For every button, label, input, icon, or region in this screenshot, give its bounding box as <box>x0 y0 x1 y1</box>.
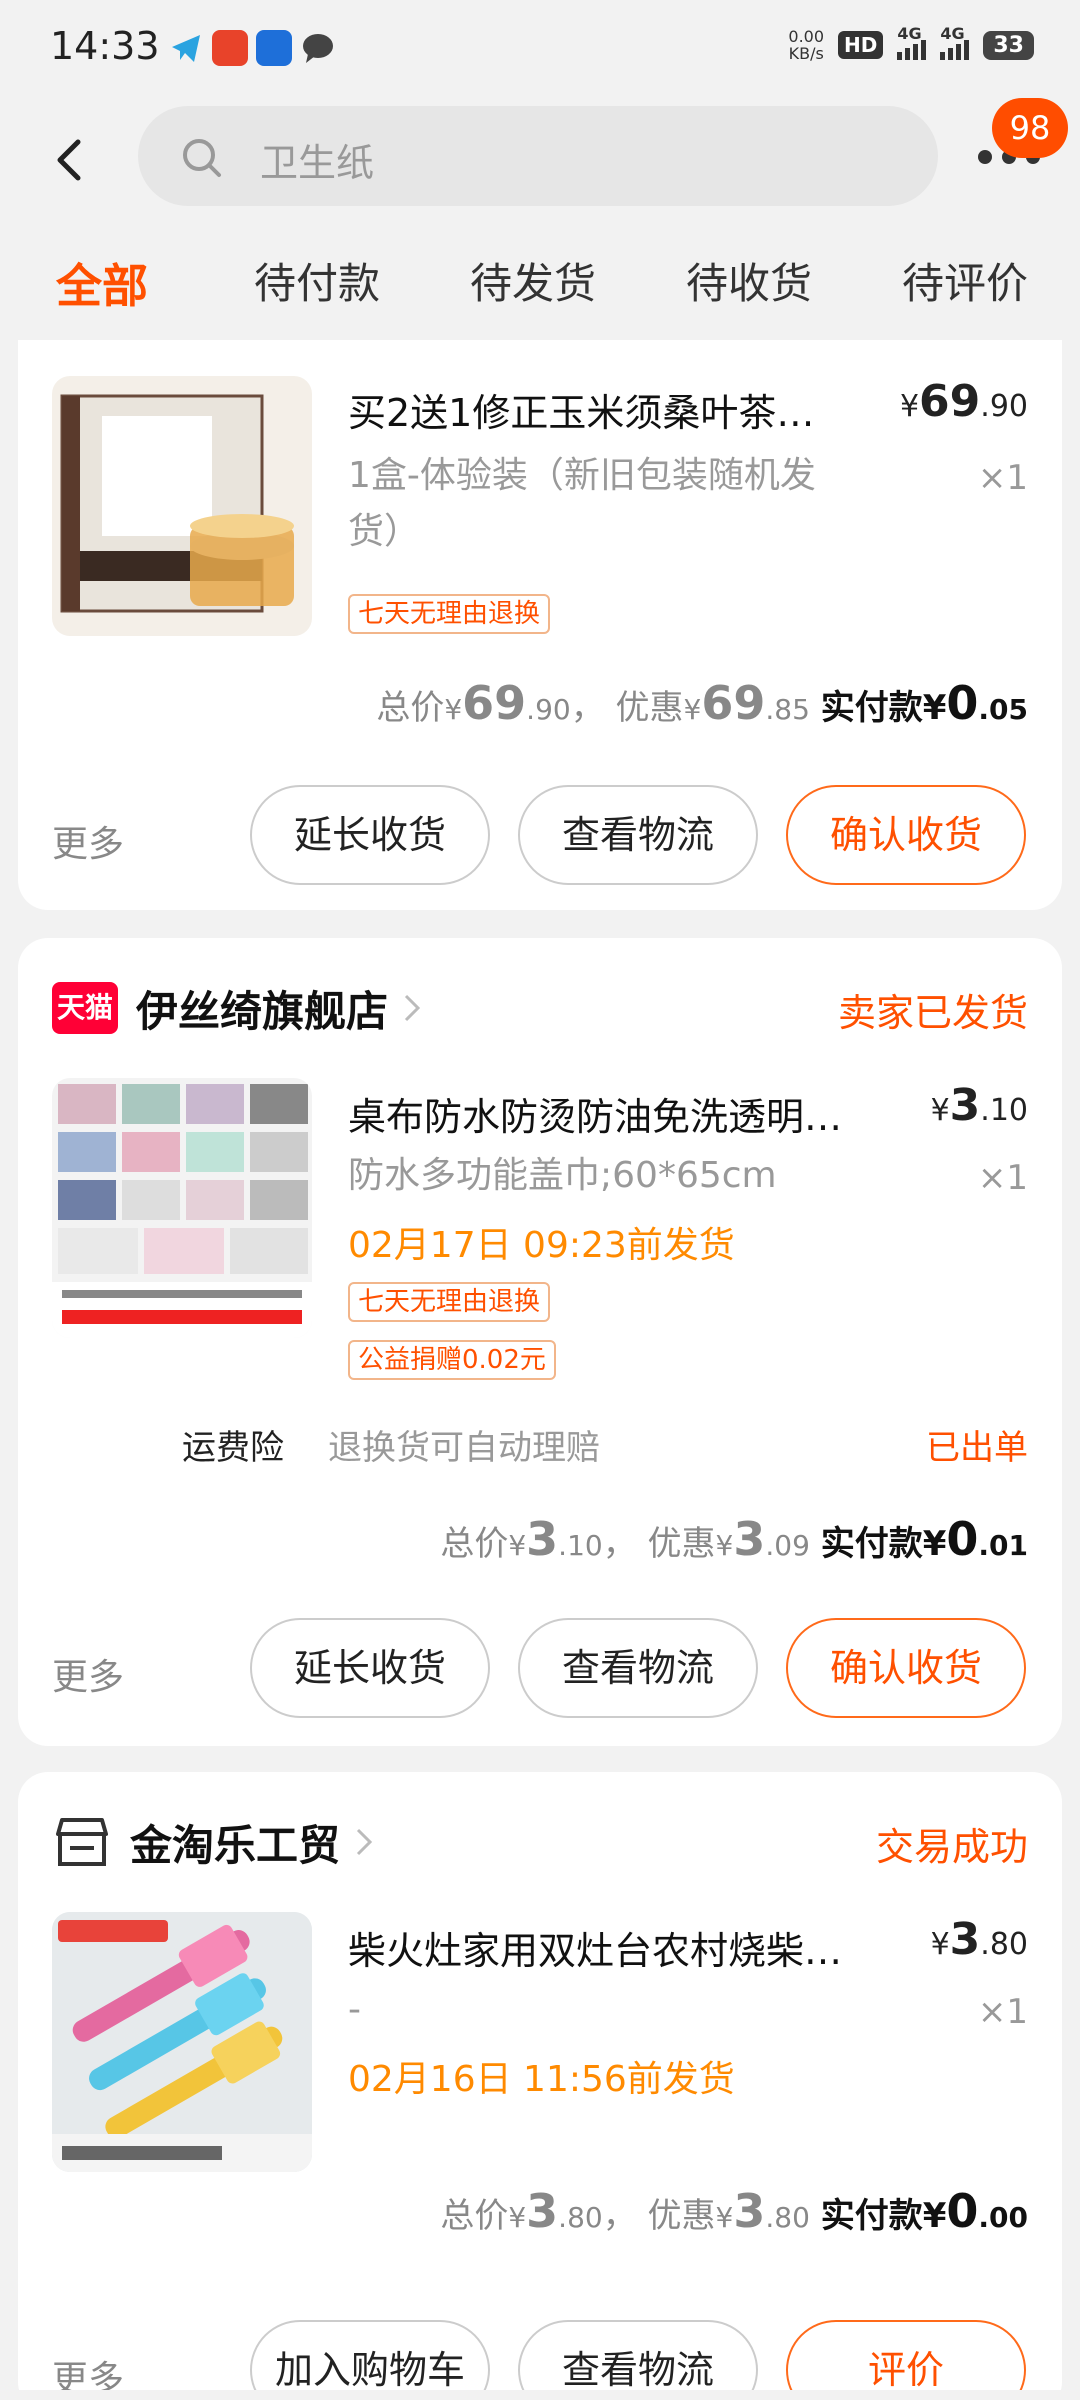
view-logistics-button[interactable]: 查看物流 <box>518 2320 758 2400</box>
return-policy-tag: 七天无理由退换 <box>348 1282 551 1322</box>
product-image[interactable] <box>52 376 312 636</box>
hd-indicator: HD <box>838 31 884 59</box>
signal-label-2: 4G <box>940 24 965 43</box>
order-tabs: 全部 待付款 待发货 待收货 待评价 <box>0 250 1080 330</box>
net-speed: 0.00 KB/s <box>788 28 824 62</box>
ship-deadline: 02月17日 09:23前发货 <box>348 1225 735 1266</box>
order-actions: 更多 延长收货 查看物流 确认收货 <box>18 1618 1062 1718</box>
net-speed-value: 0.00 <box>788 27 825 46</box>
order-totals: 总价¥3.10， 优惠¥3.09 实付款¥0.01 <box>440 1512 1028 1566</box>
insurance-description: 退换货可自动理赔 <box>328 1428 600 1468</box>
status-bar: 14:33 0.00 KB/s HD 4G 4G 33 <box>0 0 1080 100</box>
chevron-right-icon <box>356 1828 373 1856</box>
charity-tag: 公益捐赠0.02元 <box>348 1340 556 1380</box>
confirm-receipt-button[interactable]: 确认收货 <box>786 1618 1026 1718</box>
order-card: 天猫 伊丝绮旗舰店 卖家已发货 桌布防水防烫防油免洗透明… ¥3.10 防水多功… <box>18 938 1062 1746</box>
product-title[interactable]: 柴火灶家用双灶台农村烧柴… <box>348 1920 848 1975</box>
add-to-cart-button[interactable]: 加入购物车 <box>250 2320 490 2400</box>
order-actions: 更多 延长收货 查看物流 确认收货 <box>18 785 1062 885</box>
more-link[interactable]: 更多 <box>52 1648 124 1700</box>
search-input[interactable]: 卫生纸 <box>260 132 374 187</box>
product-image[interactable] <box>52 1078 312 1338</box>
tab-pending-payment[interactable]: 待付款 <box>254 250 380 311</box>
extend-receipt-button[interactable]: 延长收货 <box>250 785 490 885</box>
more-link[interactable]: 更多 <box>52 815 124 867</box>
signal-icon-2: 4G <box>940 24 970 60</box>
product-image[interactable] <box>52 1912 312 2172</box>
insurance-status: 已出单 <box>926 1428 1028 1468</box>
telegram-icon <box>168 30 204 66</box>
tab-all[interactable]: 全部 <box>56 250 148 316</box>
return-policy-tag: 七天无理由退换 <box>348 594 551 634</box>
header: 卫生纸 98 <box>0 98 1080 220</box>
order-totals: 总价¥69.90， 优惠¥69.85 实付款¥0.05 <box>376 676 1028 730</box>
extend-receipt-button[interactable]: 延长收货 <box>250 1618 490 1718</box>
store-name[interactable]: 伊丝绮旗舰店 <box>136 978 388 1039</box>
product-quantity: ×1 <box>977 458 1028 498</box>
app-icon-red <box>212 30 248 66</box>
app-icon-blue <box>256 30 292 66</box>
store-header[interactable]: 金淘乐工贸 <box>52 1812 376 1872</box>
insurance-label: 运费险 <box>182 1428 284 1468</box>
order-status: 卖家已发货 <box>837 991 1028 1035</box>
battery-icon: 33 <box>983 30 1034 60</box>
confirm-receipt-button[interactable]: 确认收货 <box>786 785 1026 885</box>
status-time: 14:33 <box>50 24 160 68</box>
ship-deadline: 02月16日 11:56前发货 <box>348 2059 735 2100</box>
product-spec: 防水多功能盖巾;60*65cm <box>348 1155 777 1196</box>
signal-icon: 4G <box>897 24 927 60</box>
product-price: ¥3.10 <box>930 1080 1028 1131</box>
net-speed-unit: KB/s <box>788 44 824 63</box>
search-icon <box>180 136 224 180</box>
back-arrow-icon[interactable] <box>48 136 96 184</box>
signal-label: 4G <box>897 24 922 43</box>
chat-bubble-icon <box>300 30 336 66</box>
message-badge: 98 <box>992 98 1068 158</box>
view-logistics-button[interactable]: 查看物流 <box>518 1618 758 1718</box>
search-bar[interactable]: 卫生纸 <box>138 106 938 206</box>
gesture-bar <box>0 2390 1080 2400</box>
product-title[interactable]: 买2送1修正玉米须桑叶茶… <box>348 382 848 437</box>
product-quantity: ×1 <box>977 1992 1028 2032</box>
tmall-logo-icon: 天猫 <box>52 982 118 1034</box>
product-price: ¥69.90 <box>899 376 1028 427</box>
tab-pending-receipt[interactable]: 待收货 <box>686 250 812 311</box>
tab-pending-shipment[interactable]: 待发货 <box>470 250 596 311</box>
store-header[interactable]: 天猫 伊丝绮旗舰店 <box>52 978 424 1038</box>
product-spec: 1盒-体验装（新旧包装随机发货） <box>348 455 816 552</box>
order-card: 金淘乐工贸 交易成功 柴火灶家用双灶台农村烧柴… ¥3.80 - ×1 02月1… <box>18 1772 1062 2400</box>
product-price: ¥3.80 <box>930 1914 1028 1965</box>
view-logistics-button[interactable]: 查看物流 <box>518 785 758 885</box>
order-actions: 更多 加入购物车 查看物流 评价 <box>18 2320 1062 2400</box>
product-quantity: ×1 <box>977 1158 1028 1198</box>
order-totals: 总价¥3.80， 优惠¥3.80 实付款¥0.00 <box>440 2184 1028 2238</box>
review-button[interactable]: 评价 <box>786 2320 1026 2400</box>
tab-pending-review[interactable]: 待评价 <box>902 250 1028 311</box>
order-status: 交易成功 <box>875 1825 1028 1869</box>
chevron-right-icon <box>404 994 421 1022</box>
product-title[interactable]: 桌布防水防烫防油免洗透明… <box>348 1086 848 1141</box>
store-icon <box>56 1818 108 1866</box>
product-spec: - <box>348 1989 361 2030</box>
store-name[interactable]: 金淘乐工贸 <box>130 1812 340 1873</box>
shipping-insurance-row[interactable]: 运费险 退换货可自动理赔 已出单 <box>18 1420 1062 1480</box>
order-card: 买2送1修正玉米须桑叶茶… ¥69.90 1盒-体验装（新旧包装随机发货） ×1… <box>18 340 1062 910</box>
